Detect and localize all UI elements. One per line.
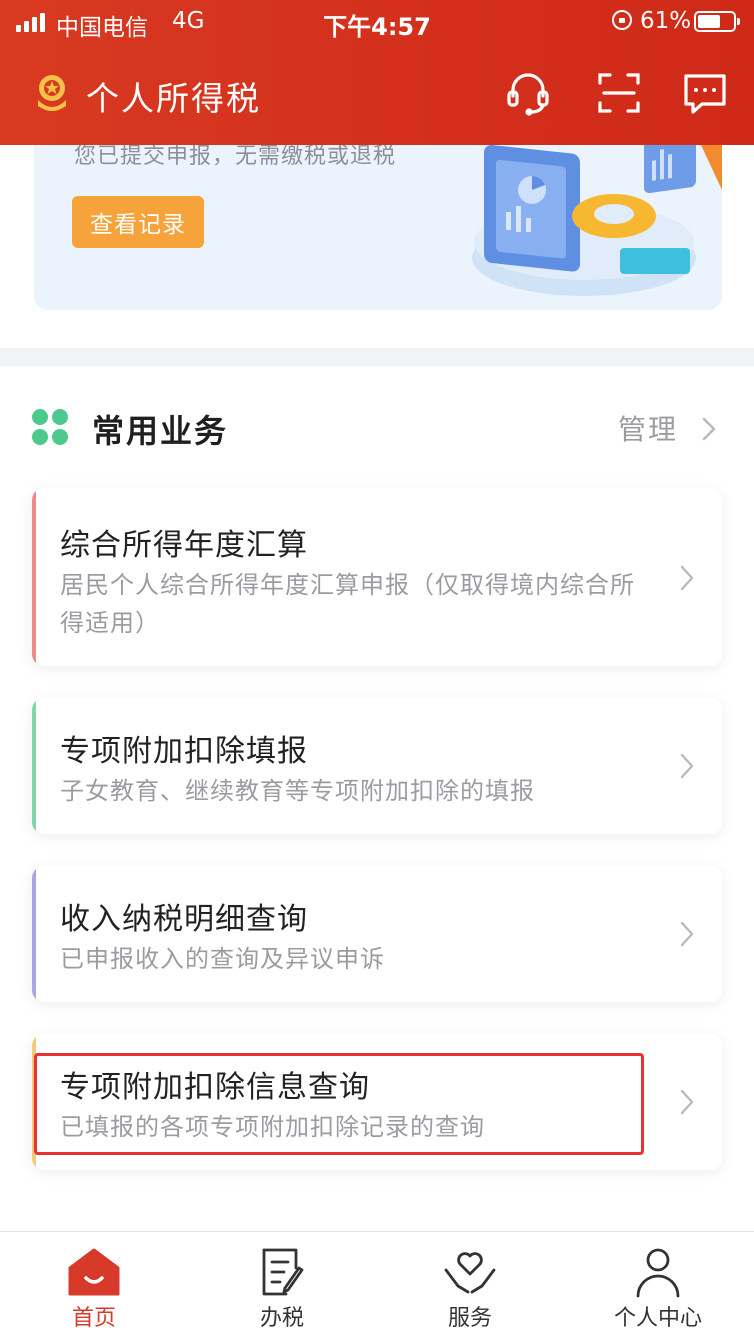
service-card-income-query[interactable]: 收入纳税明细查询 已申报收入的查询及异议申诉 [32,866,722,1002]
support-icon[interactable] [503,68,553,118]
service-card-annual-settlement[interactable]: 综合所得年度汇算 居民个人综合所得年度汇算申报（仅取得境内综合所得适用） [32,488,722,666]
nav-label: 首页 [71,1306,116,1331]
tax-document-icon [262,1248,304,1296]
heart-hands-icon [444,1252,496,1294]
chevron-right-icon [680,921,694,947]
card-title: 收入纳税明细查询 [60,902,308,937]
card-description: 子女教育、继续教育等专项附加扣除的填报 [60,777,535,805]
chevron-right-icon [680,565,694,591]
chevron-right-icon [680,753,694,779]
nav-label: 办税 [259,1306,304,1331]
chevron-right-icon [680,1089,694,1115]
scan-icon[interactable] [594,68,644,118]
nav-item-services[interactable]: 服务 [376,1232,564,1339]
card-description: 居民个人综合所得年度汇算申报（仅取得境内综合所得适用） [60,571,635,637]
card-description: 已申报收入的查询及异议申诉 [60,945,385,973]
nav-label: 服务 [447,1306,492,1331]
service-card-deduction-filing[interactable]: 专项附加扣除填报 子女教育、继续教育等专项附加扣除的填报 [32,698,722,834]
orientation-lock-icon [612,10,632,30]
card-accent [32,866,36,1002]
view-records-button[interactable]: 查看记录 [72,196,204,248]
user-icon [636,1248,680,1298]
section-divider [0,348,754,366]
status-bar: 中国电信 4G 下午4:57 61% [0,0,754,44]
battery-icon [694,11,740,32]
nav-item-profile[interactable]: 个人中心 [564,1232,752,1339]
emblem-icon [38,75,66,111]
highlight-annotation-box [34,1053,644,1155]
bottom-nav: 首页 办税 服务 个人中心 [0,1231,754,1339]
chevron-right-icon[interactable] [698,416,718,442]
nav-item-home[interactable]: 首页 [0,1232,188,1339]
app-title: 个人所得税 [86,79,261,118]
app-header: 中国电信 4G 下午4:57 61% 个人所得税 [0,0,754,145]
manage-link[interactable]: 管理 [618,408,678,448]
battery-percent: 61% [640,8,692,34]
message-icon[interactable] [680,68,730,118]
card-title: 综合所得年度汇算 [60,528,308,563]
dashboard-illustration [472,130,722,296]
services-grid-icon [32,409,68,445]
nav-item-tax[interactable]: 办税 [188,1232,376,1339]
card-accent [32,488,36,666]
services-title: 常用业务 [92,412,229,450]
card-accent [32,698,36,834]
home-icon [68,1248,120,1296]
nav-label: 个人中心 [613,1306,702,1331]
card-title: 专项附加扣除填报 [60,734,308,769]
